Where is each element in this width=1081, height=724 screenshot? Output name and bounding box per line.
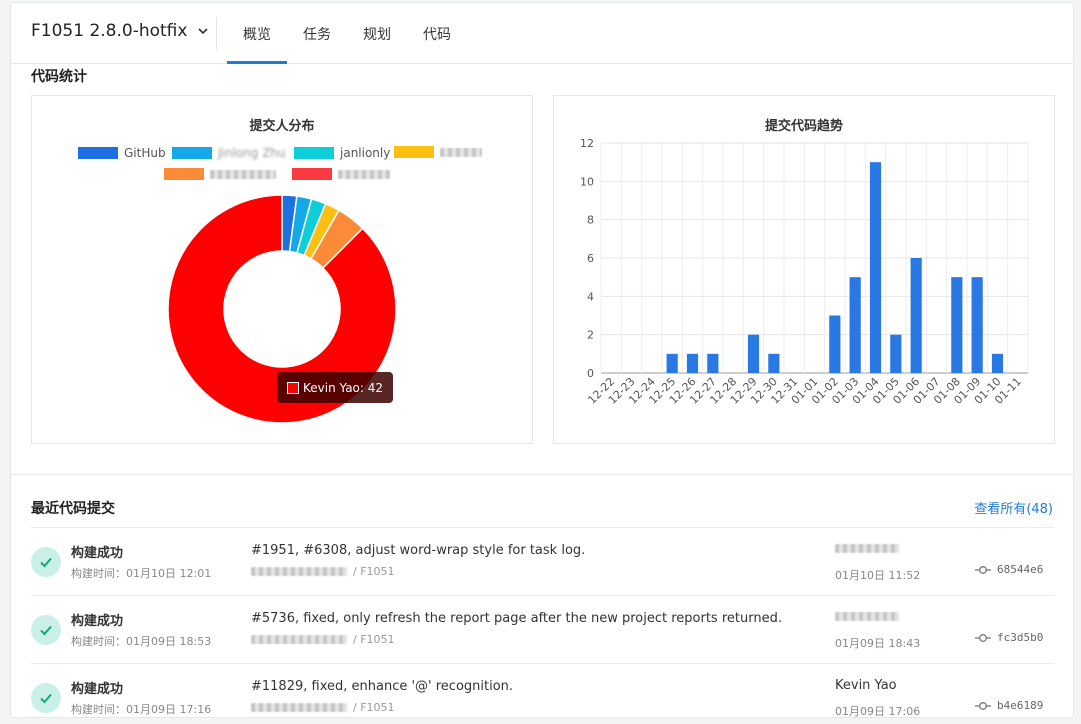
tab-tasks[interactable]: 任务 [287, 3, 347, 64]
recent-commits-title: 最近代码提交 [31, 501, 115, 517]
project-selector[interactable]: F1051 2.8.0-hotfix [31, 21, 209, 41]
commit-trend-bar-chart: 02468101212-2212-2312-2412-2512-2612-271… [580, 137, 1029, 407]
repo-name[interactable]: / F1051 [353, 633, 395, 646]
redacted-text [835, 612, 899, 621]
contributor-chart-card: 提交人分布 GitHub Jinlong Zhu janlionly Kevin… [31, 95, 533, 444]
repo-path: / F1051 [251, 701, 395, 714]
success-check-icon [31, 683, 61, 713]
commit-icon [975, 633, 991, 642]
header-divider [216, 17, 217, 49]
code-stats-title: 代码统计 [31, 69, 87, 85]
build-time: 构建时间：01月09日 18:53 [71, 635, 212, 648]
success-check-icon [31, 615, 61, 645]
y-tick-label: 4 [587, 290, 594, 303]
bar [910, 258, 922, 373]
redacted-text [251, 567, 347, 576]
bar [951, 277, 963, 373]
bar [849, 277, 861, 373]
build-time: 构建时间：01月10日 12:01 [71, 567, 212, 580]
repo-path: / F1051 [251, 633, 395, 646]
chart-tooltip: Kevin Yao: 42 [277, 372, 394, 403]
bar [707, 353, 719, 373]
bar [666, 353, 678, 373]
build-status: 构建成功 [71, 614, 124, 629]
view-all-link[interactable]: 查看所有(48) [974, 498, 1053, 517]
y-tick-label: 10 [580, 175, 594, 188]
header: F1051 2.8.0-hotfix 概览 任务 规划 代码 [11, 3, 1073, 64]
commit-message[interactable]: #11829, fixed, enhance '@' recognition. [251, 679, 513, 694]
tab-planning[interactable]: 规划 [347, 3, 407, 64]
commit-icon [975, 701, 991, 710]
commit-icon [975, 565, 991, 574]
bar [991, 353, 1004, 373]
repo-path: / F1051 [251, 565, 395, 578]
bar [747, 334, 760, 373]
chevron-down-icon [198, 28, 209, 35]
redacted-text [251, 703, 347, 712]
tab-code[interactable]: 代码 [407, 3, 467, 64]
y-tick-label: 6 [587, 252, 594, 265]
redacted-text [835, 544, 899, 553]
commit-row[interactable]: 构建成功 构建时间：01月09日 18:53 #5736, fixed, onl… [31, 595, 1054, 663]
commit-hash[interactable]: 68544e6 [975, 563, 1043, 576]
commit-trend-card: 提交代码趋势 0 2 4 6 8 10 12 12-22 12-23 12-24 12-25 12-2… [553, 95, 1055, 444]
bar [686, 353, 699, 373]
bar [890, 334, 902, 373]
bar [971, 277, 983, 373]
commit-date: 01月09日 17:06 [835, 705, 921, 718]
commit-author [835, 610, 899, 625]
commit-message[interactable]: #1951, #6308, adjust word-wrap style for… [251, 543, 585, 558]
commit-hash[interactable]: fc3d5b0 [975, 631, 1043, 644]
tooltip-text: Kevin Yao: 42 [303, 380, 384, 395]
y-tick-label: 0 [587, 367, 594, 380]
bar [869, 162, 882, 373]
y-tick-label: 8 [587, 214, 594, 227]
commit-date: 01月10日 11:52 [835, 569, 921, 582]
tooltip-swatch [287, 381, 299, 394]
build-status: 构建成功 [71, 546, 124, 561]
project-name: F1051 2.8.0-hotfix [31, 21, 188, 41]
repo-name[interactable]: / F1051 [353, 701, 395, 714]
y-tick-label: 2 [587, 329, 594, 342]
build-time: 构建时间：01月09日 17:16 [71, 703, 212, 716]
bar [829, 315, 841, 373]
tab-overview[interactable]: 概览 [227, 3, 287, 64]
commit-row[interactable]: 构建成功 构建时间：01月10日 12:01 #1951, #6308, adj… [31, 527, 1054, 595]
build-status: 构建成功 [71, 682, 124, 697]
bar [768, 353, 780, 373]
commit-date: 01月09日 18:43 [835, 637, 921, 650]
repo-name[interactable]: / F1051 [353, 565, 395, 578]
commit-message[interactable]: #5736, fixed, only refresh the report pa… [251, 611, 782, 626]
commit-hash[interactable]: b4e6189 [975, 699, 1043, 712]
y-tick-label: 12 [580, 137, 594, 150]
commit-author [835, 542, 899, 557]
app-frame: F1051 2.8.0-hotfix 概览 任务 规划 代码 代码统计 提交人分… [10, 2, 1074, 718]
commit-author: Kevin Yao [835, 678, 897, 693]
success-check-icon [31, 547, 61, 577]
section-divider [11, 474, 1073, 475]
redacted-text [251, 635, 347, 644]
tab-bar: 概览 任务 规划 代码 [227, 3, 467, 64]
commit-row[interactable]: 构建成功 构建时间：01月09日 17:16 #11829, fixed, en… [31, 663, 1054, 718]
